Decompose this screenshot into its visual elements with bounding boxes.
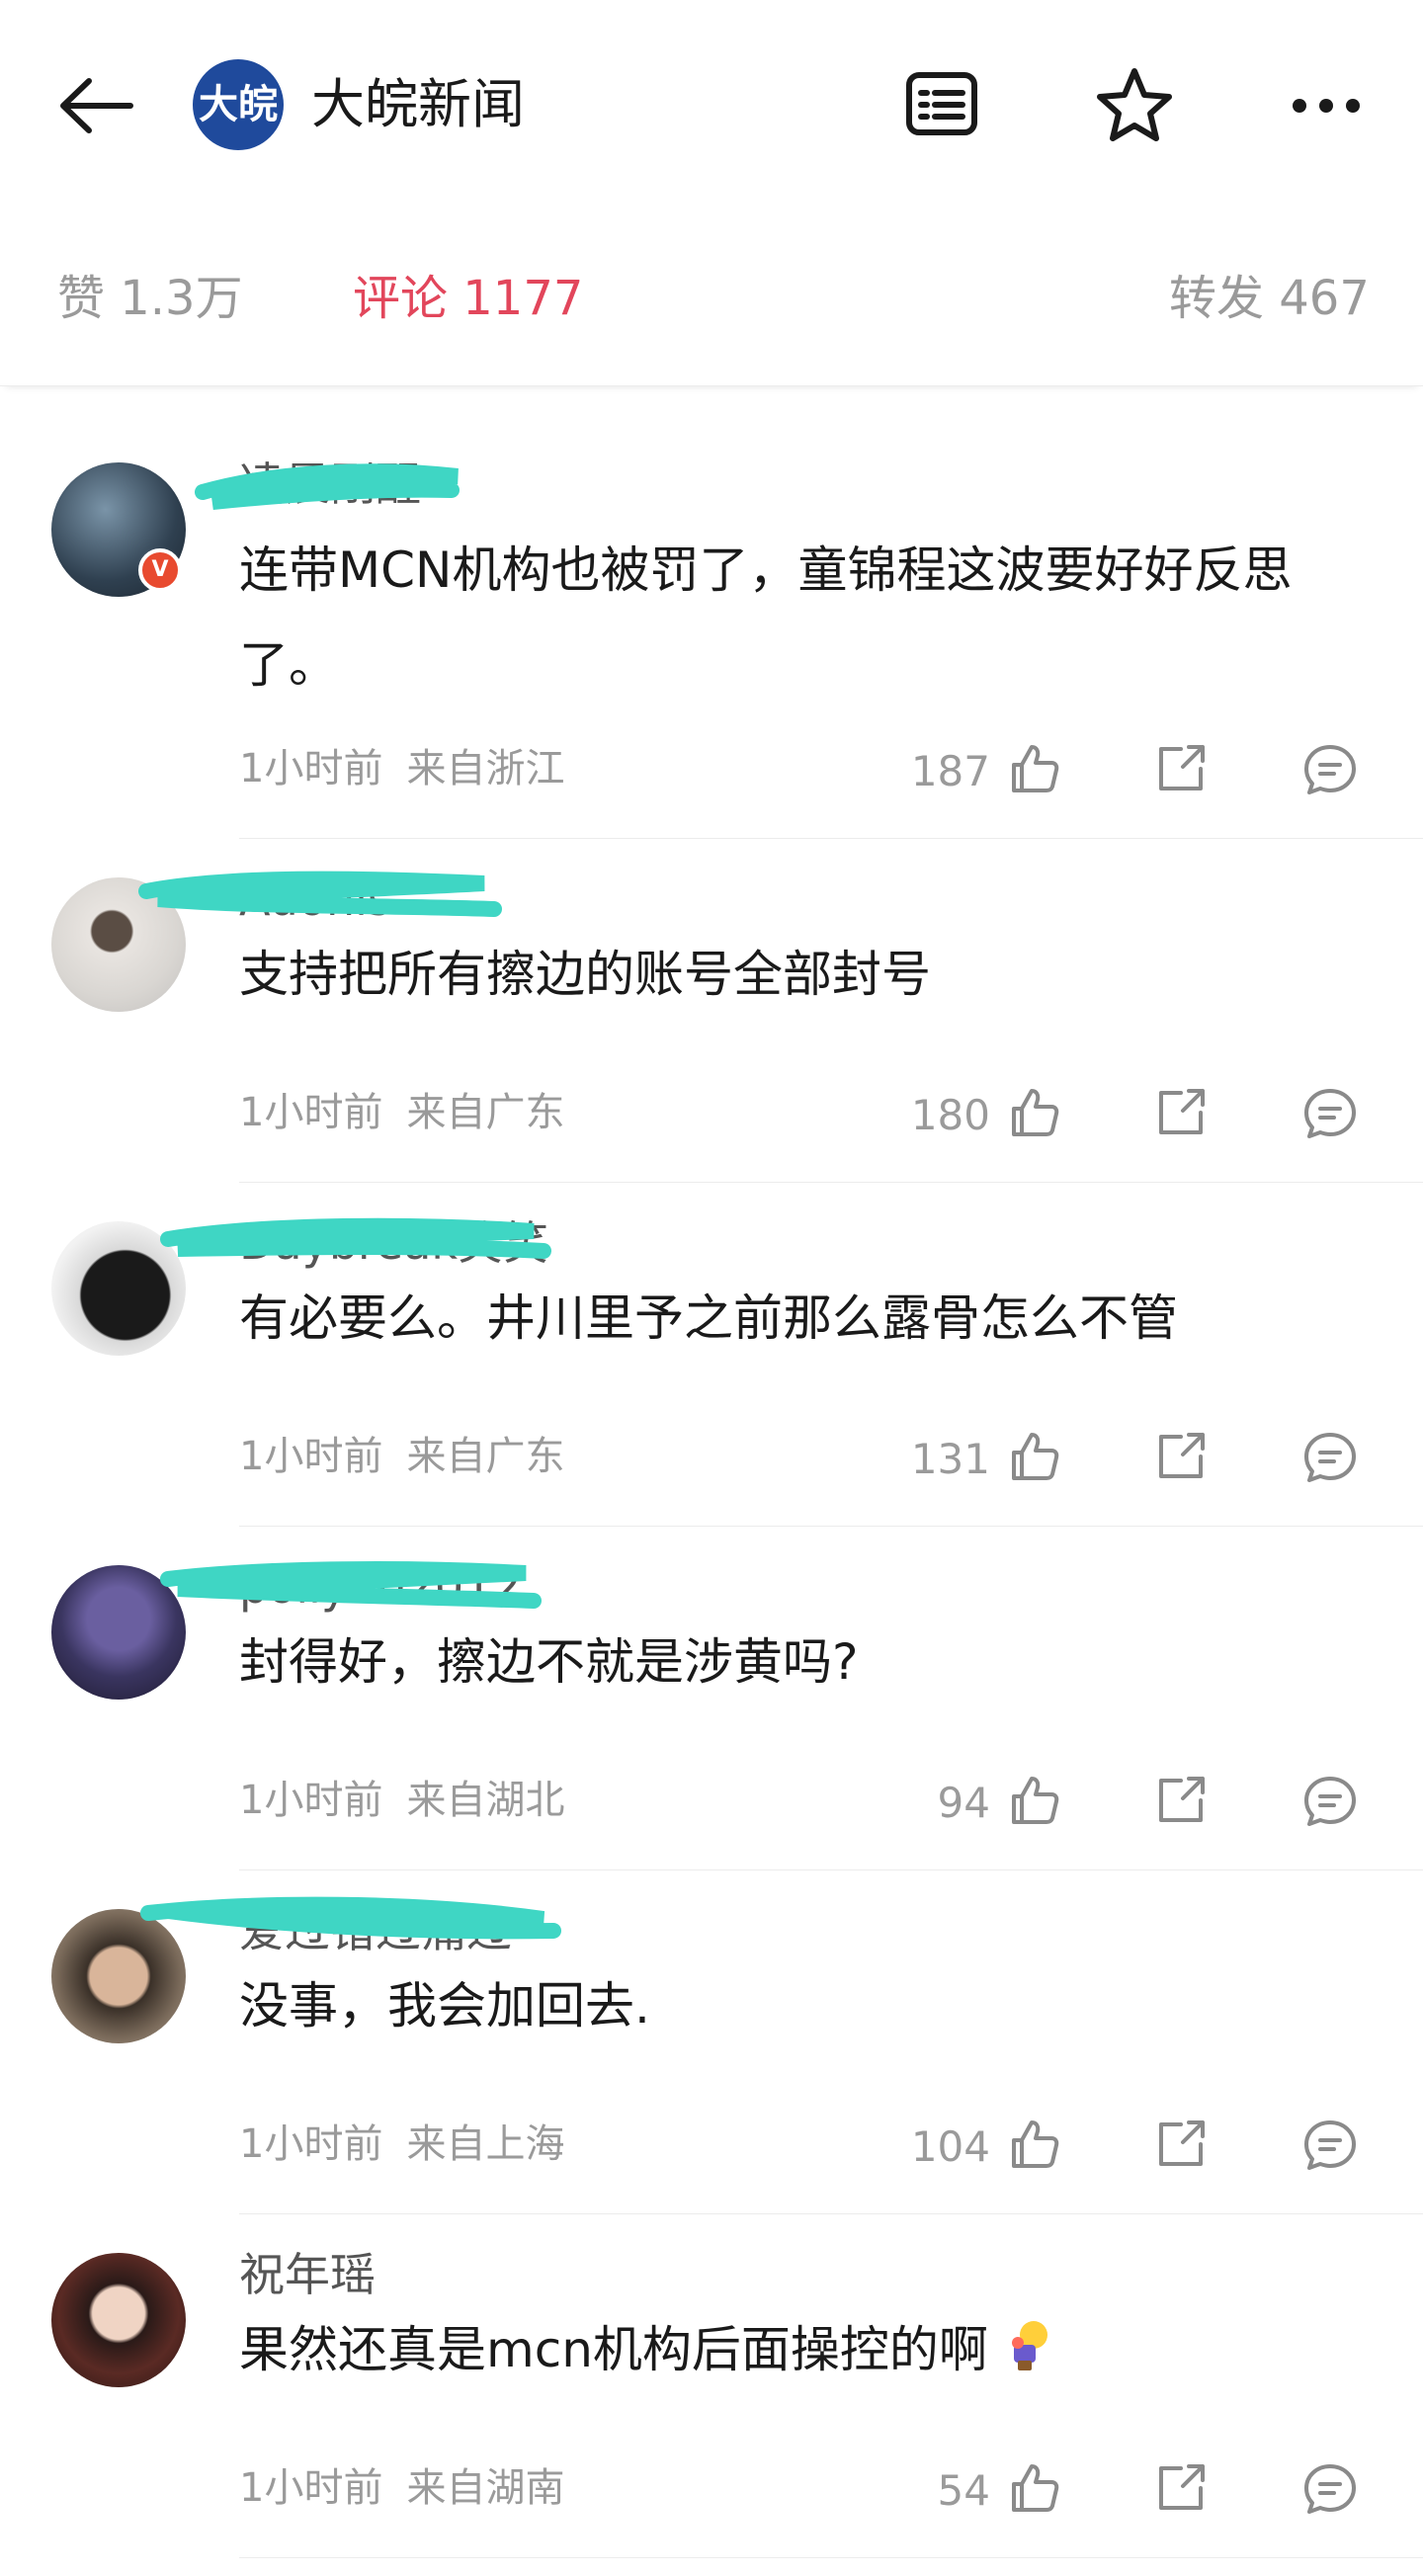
like-count: 180 <box>910 1091 990 1139</box>
tab-likes[interactable]: 赞 1.3万 <box>57 267 243 330</box>
comment-text: 果然还真是mcn机构后面操控的啊 <box>239 2321 988 2378</box>
comment-location: 来自广东 <box>406 1434 565 1479</box>
thumbs-up-icon[interactable] <box>1004 2115 1063 2174</box>
comment-item: 祝年瑶 果然还真是mcn机构后面操控的啊 1小时前 来自湖南 54 <box>0 2215 1423 2559</box>
comment-username[interactable]: 爱过错过痛过 <box>239 1901 512 1960</box>
comment-text: 有必要么。井川里予之前那么露骨怎么不管 <box>239 1289 1178 1347</box>
share-icon[interactable] <box>1151 1771 1211 1830</box>
comment-text: 支持把所有擦边的账号全部封号 <box>239 946 931 1003</box>
thumbs-up-icon[interactable] <box>1004 1083 1063 1142</box>
thumbs-up-icon[interactable] <box>1004 1427 1063 1486</box>
comment-location: 来自广东 <box>406 1090 565 1135</box>
comment-meta: 1小时前 来自浙江 <box>239 743 564 794</box>
comment-username[interactable]: Adonis- <box>239 870 408 929</box>
divider <box>239 1182 1423 1183</box>
like-count: 187 <box>910 747 990 795</box>
comment-item: V 凌晨刚醒 连带MCN机构也被罚了，童锦程这波要好好反思了。 1小时前 来自浙江… <box>0 425 1423 840</box>
comment-location: 来自上海 <box>406 2121 565 2167</box>
favorite-button[interactable] <box>1090 61 1179 150</box>
thumbs-up-icon[interactable] <box>1004 739 1063 798</box>
comment-meta: 1小时前 来自上海 <box>239 2119 564 2170</box>
verified-badge-icon: V <box>138 548 182 592</box>
comment-time: 1小时前 <box>239 2121 383 2167</box>
engagement-tabs: 赞 1.3万 评论 1177 转发 467 <box>0 237 1423 386</box>
comment-username[interactable]: polly202012 <box>239 1557 522 1617</box>
thumbs-up-icon[interactable] <box>1004 2458 1063 2518</box>
reply-icon[interactable] <box>1300 1427 1360 1486</box>
source-name[interactable]: 大皖新闻 <box>311 69 525 140</box>
thumbs-up-icon[interactable] <box>1004 1771 1063 1830</box>
comment-meta: 1小时前 来自广东 <box>239 1431 564 1482</box>
like-count: 94 <box>937 1779 990 1827</box>
comment-item: Daybreak笑笑 有必要么。井川里予之前那么露骨怎么不管 1小时前 来自广东 … <box>0 1184 1423 1528</box>
comment-meta: 1小时前 来自湖北 <box>239 1775 564 1826</box>
share-icon[interactable] <box>1151 739 1211 798</box>
like-count: 54 <box>937 2466 990 2515</box>
reply-icon[interactable] <box>1300 2115 1360 2174</box>
list-view-button[interactable] <box>897 61 986 150</box>
comment-text: 封得好，擦边不就是涉黄吗? <box>239 1633 859 1691</box>
star-icon <box>1097 68 1172 141</box>
divider <box>239 2557 1423 2558</box>
comment-text-row: 果然还真是mcn机构后面操控的啊 <box>239 2302 1356 2397</box>
source-logo[interactable]: 大皖 <box>193 59 284 150</box>
tab-comments[interactable]: 评论 1177 <box>353 267 583 330</box>
tab-reposts[interactable]: 转发 467 <box>1169 267 1370 330</box>
reply-icon[interactable] <box>1300 1083 1360 1142</box>
comment-time: 1小时前 <box>239 1434 383 1479</box>
comment-item: polly202012 封得好，擦边不就是涉黄吗? 1小时前 来自湖北 94 <box>0 1528 1423 1871</box>
comment-location: 来自湖北 <box>406 1778 565 1823</box>
divider <box>239 2213 1423 2214</box>
avatar[interactable] <box>51 2253 186 2387</box>
reply-icon[interactable] <box>1300 2458 1360 2518</box>
avatar[interactable] <box>51 877 186 1012</box>
comment-time: 1小时前 <box>239 1090 383 1135</box>
share-icon[interactable] <box>1151 2458 1211 2518</box>
divider <box>239 1526 1423 1527</box>
comment-location: 来自浙江 <box>406 746 565 791</box>
reply-icon[interactable] <box>1300 739 1360 798</box>
divider <box>239 838 1423 839</box>
list-icon <box>906 72 977 135</box>
like-count: 104 <box>910 2122 990 2171</box>
like-count: 131 <box>910 1435 990 1483</box>
more-button[interactable] <box>1282 61 1371 150</box>
share-icon[interactable] <box>1151 2115 1211 2174</box>
comment-meta: 1小时前 来自广东 <box>239 1087 564 1138</box>
avatar[interactable] <box>51 1221 186 1356</box>
comment-time: 1小时前 <box>239 1778 383 1823</box>
share-icon[interactable] <box>1151 1083 1211 1142</box>
avatar[interactable] <box>51 1909 186 2043</box>
more-icon <box>1293 99 1360 113</box>
share-icon[interactable] <box>1151 1427 1211 1486</box>
avatar[interactable] <box>51 1565 186 1700</box>
comment-text: 连带MCN机构也被罚了，童锦程这波要好好反思了。 <box>239 541 1293 694</box>
comment-item: 爱过错过痛过 没事，我会加回去. 1小时前 来自上海 104 <box>0 1871 1423 2215</box>
back-arrow-icon <box>60 78 133 133</box>
top-bar: 大皖 大皖新闻 <box>0 0 1423 208</box>
comment-username[interactable]: 凌晨刚醒 <box>239 455 421 514</box>
comment-meta: 1小时前 来自湖南 <box>239 2462 564 2514</box>
comment-location: 来自湖南 <box>406 2465 565 2511</box>
comment-text: 没事，我会加回去. <box>239 1977 650 2035</box>
comment-time: 1小时前 <box>239 2465 383 2511</box>
comment-username[interactable]: Daybreak笑笑 <box>239 1213 548 1273</box>
reply-icon[interactable] <box>1300 1771 1360 1830</box>
comment-item: Adonis- 支持把所有擦边的账号全部封号 1小时前 来自广东 180 <box>0 840 1423 1184</box>
comment-username[interactable]: 祝年瑶 <box>239 2245 376 2304</box>
back-button[interactable] <box>49 59 148 158</box>
lightbulb-emoji-icon <box>1011 2321 1047 2370</box>
comment-time: 1小时前 <box>239 746 383 791</box>
